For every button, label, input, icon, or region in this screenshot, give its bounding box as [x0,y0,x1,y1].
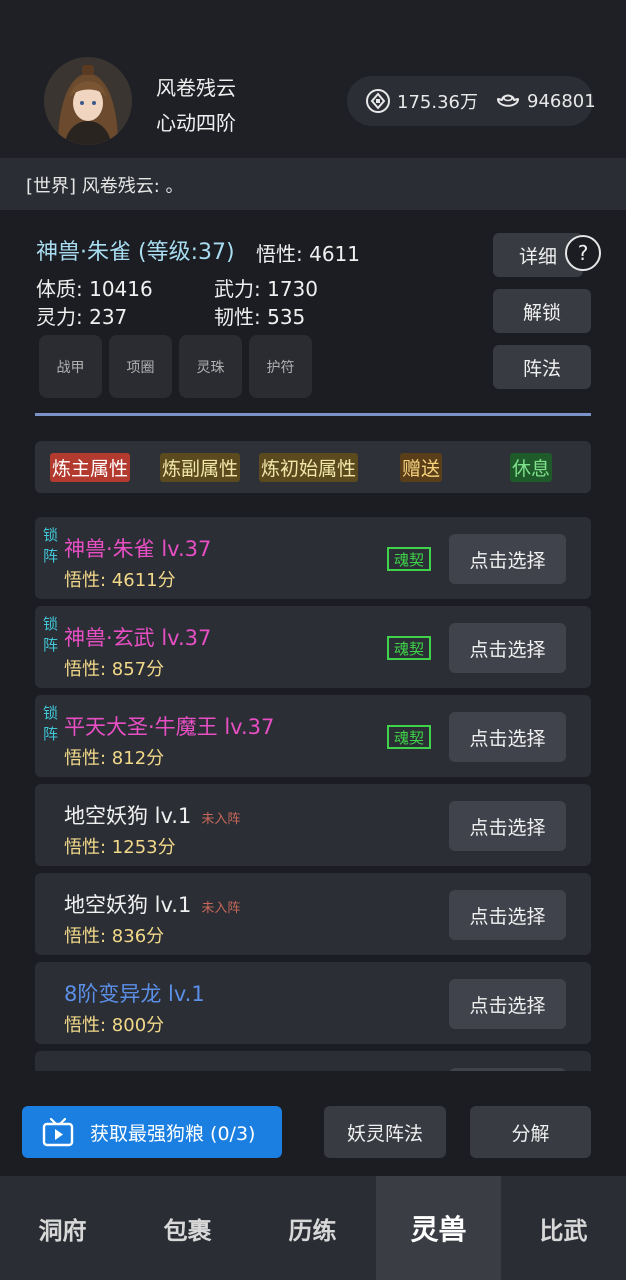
beast-score: 悟性: 800分 [64,1015,165,1036]
refine-sub-label: 炼副属性 [160,452,241,482]
select-beast-button[interactable]: 点击选择 [449,534,566,584]
rest-label: 休息 [510,452,553,482]
beast-score: 悟性: 4611分 [64,570,176,591]
beast-list-item[interactable]: 8阶变异龙 lv.1 悟性: 800分 点击选择 [35,962,591,1044]
beast-name: 神兽·玄武 lv.37 [64,622,211,652]
beast-name: 平天大圣·牛魔王 lv.37 [64,711,274,741]
tv-ad-icon [42,1117,74,1147]
coin-balance: 175.36万 [365,76,478,126]
beast-list-item[interactable]: 锁阵 平天大圣·牛魔王 lv.37 悟性: 812分 魂契 点击选择 [35,695,591,777]
select-beast-button[interactable]: 点击选择 [449,979,566,1029]
refine-main-button[interactable]: 炼主属性 [50,441,131,493]
rest-button[interactable]: 休息 [510,441,553,493]
beast-name: 地空妖狗 lv.1 未入阵 [64,800,240,830]
ingot-icon [497,94,519,107]
beast-name-text: 神兽·朱雀 lv.37 [64,537,212,561]
player-rank: 心动四阶 [156,111,236,135]
beast-title: 神兽·朱雀 (等级:37) [36,240,235,265]
stat-wuli: 武力: 1730 [214,277,318,301]
beast-name: 8阶变异龙 lv.1 [64,978,205,1008]
beast-wuxing: 悟性: 4611 [256,242,360,266]
stat-lingli: 灵力: 237 [36,305,128,329]
refine-initial-label: 炼初始属性 [259,452,359,482]
ingot-amount: 946801 [527,90,596,112]
equip-slot-talisman[interactable]: 护符 [249,335,312,398]
get-dog-food-label: 获取最强狗粮 (0/3) [90,1122,256,1145]
player-avatar[interactable] [44,57,132,145]
beast-name-text: 神兽·玄武 lv.37 [64,626,212,650]
beast-name-text: 地空妖狗 lv.1 [64,893,192,917]
soul-contract-badge: 魂契 [387,636,432,660]
not-in-formation-tag: 未入阵 [201,901,241,916]
help-icon[interactable]: ? [565,235,601,271]
lock-formation-tag: 锁阵 [43,704,59,743]
select-beast-button[interactable]: 点击选择 [449,801,566,851]
bottom-tab-bar: 洞府 包裹 历练 灵兽 比武 [0,1176,626,1280]
beast-list-item[interactable]: 地空妖狗 lv.1 点击选择 [35,1051,591,1071]
equip-slot-collar[interactable]: 项圈 [109,335,172,398]
section-divider [35,413,591,416]
beast-score: 悟性: 1253分 [64,837,176,858]
player-header: 风卷残云 心动四阶 175.36万 946801 [0,0,626,158]
ingot-balance: 946801 [495,76,596,126]
tab-arena[interactable]: 比武 [501,1176,626,1280]
beast-list-item[interactable]: 地空妖狗 lv.1 未入阵悟性: 1253分 点击选择 [35,784,591,866]
refine-sub-button[interactable]: 炼副属性 [160,441,241,493]
currency-panel: 175.36万 946801 [347,76,596,126]
beast-score: 悟性: 836分 [64,926,165,947]
not-in-formation-tag: 未入阵 [201,812,241,827]
get-dog-food-button[interactable]: 获取最强狗粮 (0/3) [22,1106,282,1158]
beast-name-text: 8阶变异龙 lv.1 [64,982,205,1006]
equip-slot-orb[interactable]: 灵珠 [179,335,242,398]
stat-tizhi: 体质: 10416 [36,277,153,301]
tab-training[interactable]: 历练 [250,1176,375,1280]
refine-initial-button[interactable]: 炼初始属性 [259,441,359,493]
beast-name: 地空妖狗 lv.1 [64,1067,191,1071]
avatar-portrait-icon [44,57,132,145]
formation-button[interactable]: 阵法 [493,345,591,389]
world-chat-bar[interactable]: [世界] 风卷残云: 。 [0,158,626,210]
soul-contract-badge: 魂契 [387,725,432,749]
coin-icon [366,89,390,113]
spirit-formation-button[interactable]: 妖灵阵法 [324,1106,446,1158]
beast-list-item[interactable]: 地空妖狗 lv.1 未入阵悟性: 836分 点击选择 [35,873,591,955]
world-chat-text: [世界] 风卷残云: 。 [26,176,184,197]
tab-cave[interactable]: 洞府 [0,1176,125,1280]
beast-name: 地空妖狗 lv.1 未入阵 [64,889,240,919]
select-beast-button[interactable]: 点击选择 [449,890,566,940]
beast-list[interactable]: 锁阵 神兽·朱雀 lv.37 悟性: 4611分 魂契 点击选择 锁阵 神兽·玄武 lv.3… [35,517,591,1071]
beast-name: 神兽·朱雀 lv.37 [64,533,211,563]
select-beast-button[interactable]: 点击选择 [449,1068,566,1071]
refine-action-bar: 炼主属性 炼副属性 炼初始属性 赠送 休息 [35,441,591,493]
decompose-button[interactable]: 分解 [470,1106,591,1158]
tab-spirit-beast[interactable]: 灵兽 [376,1176,501,1280]
refine-main-label: 炼主属性 [50,452,131,482]
tab-bag[interactable]: 包裹 [125,1176,250,1280]
unlock-button[interactable]: 解锁 [493,289,591,333]
beast-name-text: 平天大圣·牛魔王 lv.37 [64,715,275,739]
lock-formation-tag: 锁阵 [43,615,59,654]
select-beast-button[interactable]: 点击选择 [449,623,566,673]
soul-contract-badge: 魂契 [387,547,432,571]
select-beast-button[interactable]: 点击选择 [449,712,566,762]
beast-score: 悟性: 812分 [64,748,165,769]
stat-renxing: 韧性: 535 [214,305,306,329]
beast-name-text: 地空妖狗 lv.1 [64,804,192,828]
beast-list-item[interactable]: 锁阵 神兽·玄武 lv.37 悟性: 857分 魂契 点击选择 [35,606,591,688]
gift-button[interactable]: 赠送 [400,441,443,493]
beast-list-item[interactable]: 锁阵 神兽·朱雀 lv.37 悟性: 4611分 魂契 点击选择 [35,517,591,599]
lock-formation-tag: 锁阵 [43,526,59,565]
gift-label: 赠送 [400,452,443,482]
beast-score: 悟性: 857分 [64,659,165,680]
player-name: 风卷残云 [156,76,236,100]
equip-slot-armor[interactable]: 战甲 [39,335,102,398]
coin-amount: 175.36万 [397,92,478,113]
